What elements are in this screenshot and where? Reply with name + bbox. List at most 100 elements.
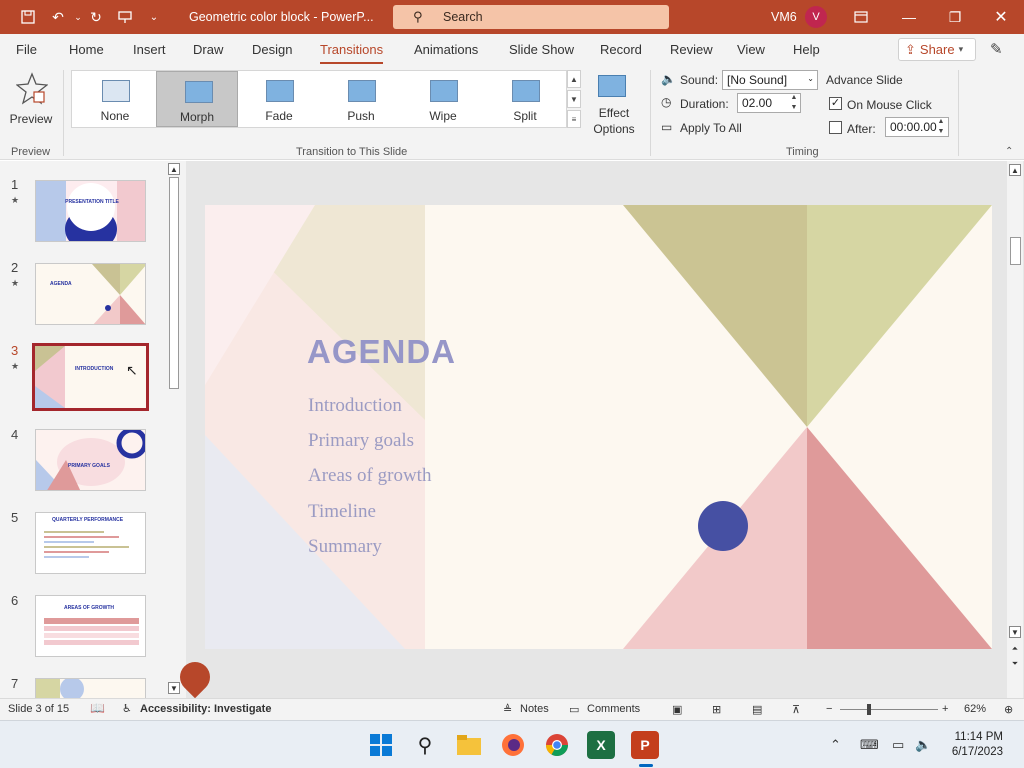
thumbnail-scrollbar[interactable]: ▲ ▼ [167, 161, 181, 698]
apply-to-all-button[interactable]: Apply To All [680, 121, 742, 135]
slide-thumbnail-1[interactable]: PRESENTATION TITLE [35, 180, 146, 242]
excel-icon[interactable]: X [587, 731, 615, 759]
slide-thumbnail-7[interactable] [35, 678, 146, 698]
agenda-item[interactable]: Introduction [308, 395, 402, 417]
zoom-slider-track[interactable] [840, 709, 938, 710]
thumbnail-title: PRESENTATION TITLE [65, 199, 119, 205]
search-icon[interactable]: ⚲ [411, 731, 439, 759]
scroll-thumb[interactable] [1010, 237, 1021, 265]
share-button[interactable]: ⇪ Share ▾ [898, 38, 976, 61]
avatar[interactable]: V [805, 6, 827, 28]
scroll-thumb[interactable] [169, 177, 179, 389]
agenda-item[interactable]: Timeline [308, 501, 376, 523]
zoom-level[interactable]: 62% [964, 703, 986, 715]
preview-button[interactable]: Preview [6, 70, 56, 130]
gallery-scroll-down[interactable]: ▼ [567, 90, 581, 108]
effect-options-button[interactable]: Effect Options [588, 72, 640, 142]
chrome-icon[interactable] [543, 731, 571, 759]
duration-spinner[interactable]: ▲ ▼ [788, 93, 800, 113]
scroll-down-arrow[interactable]: ▼ [168, 682, 180, 694]
customize-toolbar-icon[interactable]: ⌄ [144, 7, 164, 27]
tab-insert[interactable]: Insert [133, 42, 166, 57]
tab-help[interactable]: Help [793, 42, 820, 57]
agenda-item[interactable]: Summary [308, 536, 382, 558]
tab-draw[interactable]: Draw [193, 42, 223, 57]
after-checkbox[interactable] [829, 121, 842, 134]
slide-sorter-icon[interactable]: ⊞ [712, 703, 721, 716]
slide-number: 7 [11, 676, 19, 691]
gallery-more[interactable]: ≡ [567, 110, 581, 128]
undo-dropdown-icon[interactable]: ⌄ [68, 7, 88, 27]
wipe-transition-icon [430, 80, 458, 102]
slide-title[interactable]: AGENDA [307, 333, 456, 371]
zoom-slider-thumb[interactable] [867, 704, 871, 715]
comments-icon[interactable]: ✎ [990, 40, 1003, 58]
search-box[interactable]: ⚲ Search [393, 5, 669, 29]
transition-push[interactable]: Push [320, 71, 402, 127]
comments-button[interactable]: Comments [587, 703, 640, 715]
ribbon-display-icon[interactable] [838, 0, 884, 34]
zoom-out-icon[interactable]: − [826, 703, 832, 715]
notes-button[interactable]: Notes [520, 703, 549, 715]
tab-slide-show[interactable]: Slide Show [509, 42, 574, 57]
tab-review[interactable]: Review [670, 42, 713, 57]
reading-view-icon[interactable]: ▤ [752, 703, 762, 716]
minimize-icon[interactable]: — [886, 0, 932, 34]
tab-view[interactable]: View [737, 42, 765, 57]
transition-split[interactable]: Split [484, 71, 566, 127]
undo-icon[interactable]: ↶ [48, 7, 68, 27]
sound-select[interactable]: [No Sound] ⌄ [722, 70, 818, 90]
scroll-down-arrow[interactable]: ▼ [1009, 626, 1021, 638]
after-spinner[interactable]: ▲ ▼ [935, 117, 947, 137]
system-clock[interactable]: 11:14 PM 6/17/2023 [943, 730, 1003, 760]
tab-transitions[interactable]: Transitions [320, 42, 384, 65]
agenda-item[interactable]: Areas of growth [308, 465, 431, 487]
accessibility-icon[interactable]: ♿ [122, 702, 132, 715]
on-mouse-click-checkbox[interactable]: ✓ [829, 97, 842, 110]
accessibility-status[interactable]: Accessibility: Investigate [140, 703, 271, 715]
spelling-icon[interactable]: 📖 [90, 701, 105, 715]
slideshow-view-icon[interactable]: ⊼ [792, 703, 800, 716]
zoom-in-icon[interactable]: + [942, 703, 948, 715]
keyboard-icon[interactable]: ⌨ [860, 737, 879, 753]
windows-start-icon[interactable] [367, 731, 395, 759]
tab-record[interactable]: Record [600, 42, 642, 57]
redo-icon[interactable]: ↻ [86, 7, 106, 27]
transition-morph[interactable]: Morph [156, 71, 238, 127]
close-icon[interactable]: ✕ [978, 0, 1024, 34]
tab-home[interactable]: Home [69, 42, 104, 57]
powerpoint-icon[interactable]: P [631, 731, 659, 767]
previous-slide-icon[interactable]: ⏶ [1009, 643, 1021, 655]
slide-thumbnail-3[interactable]: INTRODUCTION ↖ [32, 343, 149, 411]
next-slide-icon[interactable]: ⏷ [1009, 658, 1021, 670]
current-slide[interactable]: AGENDA Introduction Primary goals Areas … [205, 205, 992, 649]
restore-icon[interactable]: ❐ [932, 0, 978, 34]
slide-thumbnail-4[interactable]: PRIMARY GOALS [35, 429, 146, 491]
slide-thumbnail-6[interactable]: AREAS OF GROWTH [35, 595, 146, 657]
tab-animations[interactable]: Animations [414, 42, 478, 57]
collapse-ribbon-icon[interactable]: ⌃ [1005, 146, 1013, 157]
transition-none[interactable]: None [74, 71, 156, 127]
editor-scrollbar[interactable]: ▲ ▼ ⏶ ⏷ [1007, 161, 1023, 698]
file-explorer-icon[interactable] [455, 731, 483, 759]
network-icon[interactable]: ▭ [892, 737, 904, 753]
save-icon[interactable] [18, 7, 38, 27]
slide-thumbnail-2[interactable]: AGENDA [35, 263, 146, 325]
normal-view-icon[interactable]: ▣ [672, 703, 682, 716]
gallery-scroll-up[interactable]: ▲ [567, 70, 581, 88]
thumbnail-title: AREAS OF GROWTH [64, 605, 114, 611]
transition-wipe[interactable]: Wipe [402, 71, 484, 127]
tab-file[interactable]: File [16, 42, 37, 57]
ribbon: Preview Preview None Morph Fade Push Wip… [0, 64, 1024, 160]
volume-icon[interactable]: 🔈 [915, 737, 931, 753]
firefox-icon[interactable] [499, 731, 527, 759]
agenda-item[interactable]: Primary goals [308, 430, 414, 452]
show-hidden-icons[interactable]: ⌃ [830, 737, 841, 753]
fit-to-window-icon[interactable]: ⊕ [1004, 703, 1013, 716]
scroll-up-arrow[interactable]: ▲ [168, 163, 180, 175]
tab-design[interactable]: Design [252, 42, 292, 57]
present-icon[interactable] [115, 7, 135, 27]
slide-thumbnail-5[interactable]: QUARTERLY PERFORMANCE [35, 512, 146, 574]
transition-fade[interactable]: Fade [238, 71, 320, 127]
scroll-up-arrow[interactable]: ▲ [1009, 164, 1021, 176]
